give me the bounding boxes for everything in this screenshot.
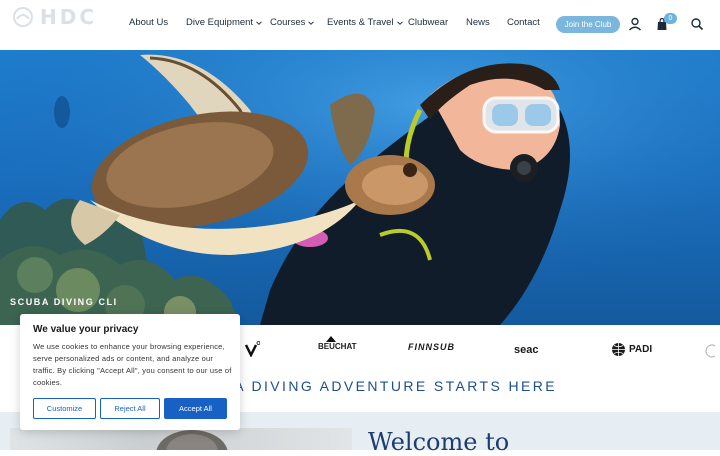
welcome-photo [10, 428, 352, 450]
brand-finnsub: FINNSUB [408, 342, 455, 352]
brand-label: PADI [629, 344, 653, 355]
cookie-title: We value your privacy [33, 324, 139, 335]
nav-label: Dive Equipment [186, 17, 254, 28]
cookie-consent-dialog: We value your privacy We use cookies to … [20, 314, 240, 430]
logo-text: HDC [40, 5, 98, 29]
nav-dive-equipment[interactable]: Dive Equipment [186, 17, 262, 28]
beuchat-mark-icon [326, 336, 336, 342]
chevron-down-icon [308, 20, 315, 25]
nav-label: Clubwear [408, 17, 449, 28]
person-photo-image [156, 430, 228, 450]
brand-label: BEUCHAT [318, 342, 357, 351]
welcome-heading: Welcome to [368, 428, 510, 456]
nav-clubwear[interactable]: Clubwear [408, 17, 448, 28]
hero-caption: SCUBA DIVING CLI [10, 297, 118, 307]
brand-logo-partial [244, 341, 260, 357]
nav-label: Courses [270, 17, 306, 28]
brand-beuchat: BEUCHAT [318, 336, 357, 351]
nav-events-travel[interactable]: Events & Travel [327, 17, 403, 28]
customize-button[interactable]: Customize [33, 398, 96, 419]
site-logo[interactable]: HDC [12, 4, 112, 30]
accept-all-button[interactable]: Accept All [164, 398, 227, 419]
brand-logo-partial-right [705, 344, 715, 358]
join-the-club-button[interactable]: Join the Club [556, 16, 620, 33]
brand-padi: PADI [611, 342, 652, 357]
site-header: HDC About Us Dive Equipment Courses Even… [0, 0, 720, 50]
nav-news[interactable]: News [466, 17, 490, 28]
hero-image [0, 50, 720, 325]
nav-courses[interactable]: Courses [270, 17, 315, 28]
cart-count-badge: 0 [664, 13, 677, 24]
padi-globe-icon [612, 343, 625, 356]
nav-contact[interactable]: Contact [507, 17, 540, 28]
nav-about-us[interactable]: About Us [129, 17, 168, 28]
cookie-body: We use cookies to enhance your browsing … [33, 342, 232, 387]
hero-banner: SCUBA DIVING CLI [0, 50, 720, 325]
reject-all-button[interactable]: Reject All [100, 398, 160, 419]
nav-label: Contact [507, 17, 540, 28]
search-icon[interactable] [690, 17, 704, 31]
nav-label: News [466, 17, 490, 28]
nav-label: About Us [129, 17, 169, 28]
chevron-down-icon [396, 20, 403, 25]
nav-label: Events & Travel [327, 17, 394, 28]
logo-mark-icon [13, 7, 33, 27]
user-icon[interactable] [628, 17, 642, 31]
chevron-down-icon [256, 20, 262, 25]
tagline: UBA DIVING ADVENTURE STARTS HERE [210, 378, 558, 394]
brand-seac: seac [514, 344, 539, 356]
